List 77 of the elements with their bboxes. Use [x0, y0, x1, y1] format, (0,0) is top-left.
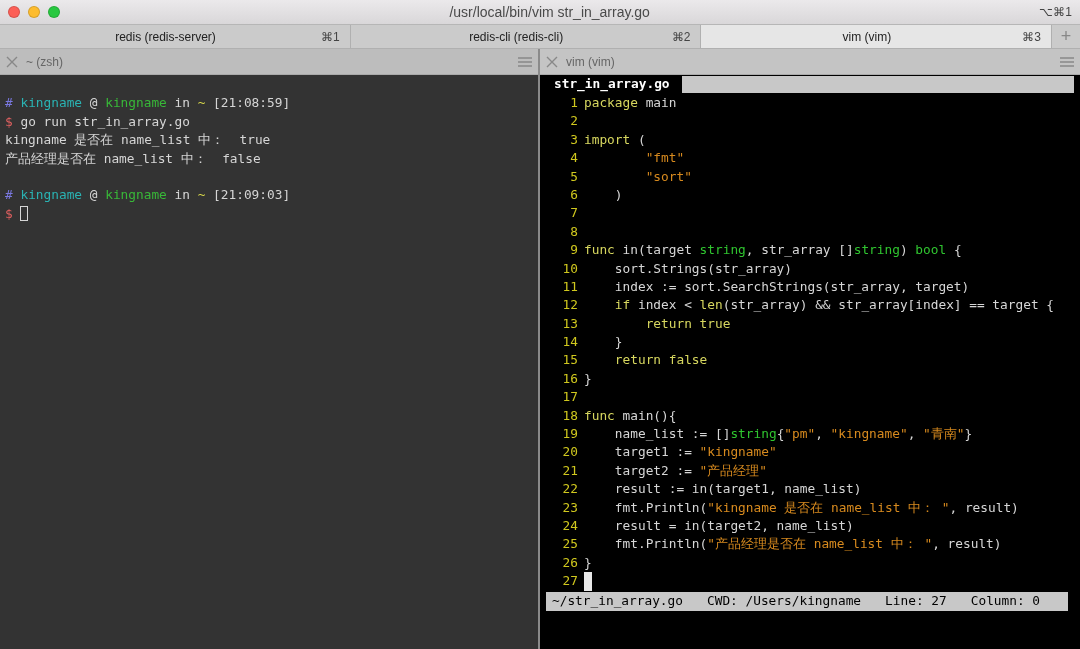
- code-line: result = in(target2, name_list): [613, 517, 854, 535]
- line-number: 2: [569, 112, 579, 131]
- minimize-window-button[interactable]: [28, 6, 40, 18]
- line-number: 5: [569, 167, 579, 186]
- line-number: 15: [561, 351, 579, 370]
- line-number: 18: [561, 406, 579, 425]
- line-number: 3: [569, 130, 579, 149]
- tab-shortcut: ⌘3: [1022, 29, 1041, 44]
- close-window-button[interactable]: [8, 6, 20, 18]
- code-line: func in(target string, str_array []string) bool {: [584, 241, 962, 260]
- line-number: 1: [569, 94, 579, 112]
- zoom-window-button[interactable]: [48, 6, 60, 18]
- line-number: 7: [569, 204, 579, 223]
- menu-icon[interactable]: [518, 56, 532, 67]
- code-line: "fmt": [644, 149, 685, 168]
- status-text: Line: 27: [885, 592, 947, 611]
- terminal-tab[interactable]: vim (vim) ⌘3: [701, 25, 1052, 48]
- window-title: /usr/local/bin/vim str_in_array.go: [448, 4, 651, 20]
- code-line: "sort": [644, 167, 692, 186]
- line-number: 14: [561, 333, 579, 352]
- line-number: 17: [561, 388, 579, 407]
- code-line: target1 := "kingname": [613, 443, 777, 462]
- code-line: name_list := []string{"pm", "kingname", "青南"}: [613, 425, 973, 444]
- code-line: import (: [584, 130, 646, 149]
- line-number: 8: [569, 222, 579, 241]
- menu-icon[interactable]: [1060, 56, 1074, 67]
- tab-title: redis (redis-server): [114, 29, 217, 44]
- code-line: }: [613, 333, 623, 352]
- line-number: 23: [561, 498, 579, 517]
- line-number: 12: [561, 296, 579, 315]
- code-line: if index < len(str_array) && str_array[index] == target {: [613, 296, 1054, 315]
- code-line: sort.Strings(str_array): [613, 259, 793, 278]
- line-number: 21: [561, 461, 579, 480]
- line-number: 11: [561, 277, 579, 296]
- window-shortcut: ⌥⌘1: [1039, 5, 1072, 19]
- terminal-line: $: [5, 204, 13, 223]
- line-number: 22: [561, 480, 579, 499]
- code-line: return true: [644, 314, 731, 333]
- code-line: package main: [584, 94, 677, 112]
- status-text: ~/str_in_array.go: [552, 592, 683, 611]
- line-number: 13: [561, 314, 579, 333]
- code-line: target2 := "产品经理": [613, 461, 767, 480]
- line-number: 10: [561, 259, 579, 278]
- line-number: 19: [561, 425, 579, 444]
- line-number: 4: [569, 149, 579, 168]
- terminal-line: $ go run str_in_array.go: [5, 112, 190, 131]
- close-icon[interactable]: [546, 55, 558, 68]
- line-number: 9: [569, 241, 579, 260]
- terminal-line: # kingname @ kingname in ~ [21:09:03]: [5, 186, 291, 205]
- terminal-line: # kingname @ kingname in ~ [21:08:59]: [5, 94, 291, 113]
- code-line: ): [613, 185, 623, 204]
- code-line: }: [584, 369, 592, 388]
- line-number: 6: [569, 185, 579, 204]
- code-line: }: [584, 553, 592, 572]
- pane-title: ~ (zsh): [26, 54, 64, 69]
- tab-title: vim (vim): [841, 29, 893, 44]
- code-line: return false: [613, 351, 708, 370]
- tab-title: redis-cli (redis-cli): [468, 29, 565, 44]
- pane-title: vim (vim): [566, 54, 616, 69]
- line-number: 27: [561, 572, 579, 591]
- line-number: 24: [561, 517, 579, 535]
- status-text: Column: 0: [970, 592, 1041, 611]
- code-line: func main(){: [584, 406, 677, 425]
- tab-shortcut: ⌘2: [671, 29, 691, 44]
- line-number: 20: [561, 443, 579, 462]
- line-number: 25: [561, 535, 579, 554]
- code-line: result := in(target1, name_list): [613, 480, 862, 499]
- tab-shortcut: ⌘1: [321, 29, 340, 44]
- line-number: 16: [561, 369, 579, 388]
- status-text: CWD: /Users/kingname: [707, 592, 862, 611]
- code-line: fmt.Println("kingname 是否在 name_list 中： ", result): [613, 498, 1019, 517]
- code-line: fmt.Println("产品经理是否在 name_list 中： ", result): [613, 535, 1002, 554]
- line-number: 26: [561, 553, 579, 572]
- code-line: index := sort.SearchStrings(str_array, target): [613, 277, 970, 296]
- terminal-line: kingname 是否在 name_list 中： true: [5, 131, 271, 150]
- close-icon[interactable]: [6, 55, 18, 68]
- terminal-line: 产品经理是否在 name_list 中： false: [5, 149, 261, 168]
